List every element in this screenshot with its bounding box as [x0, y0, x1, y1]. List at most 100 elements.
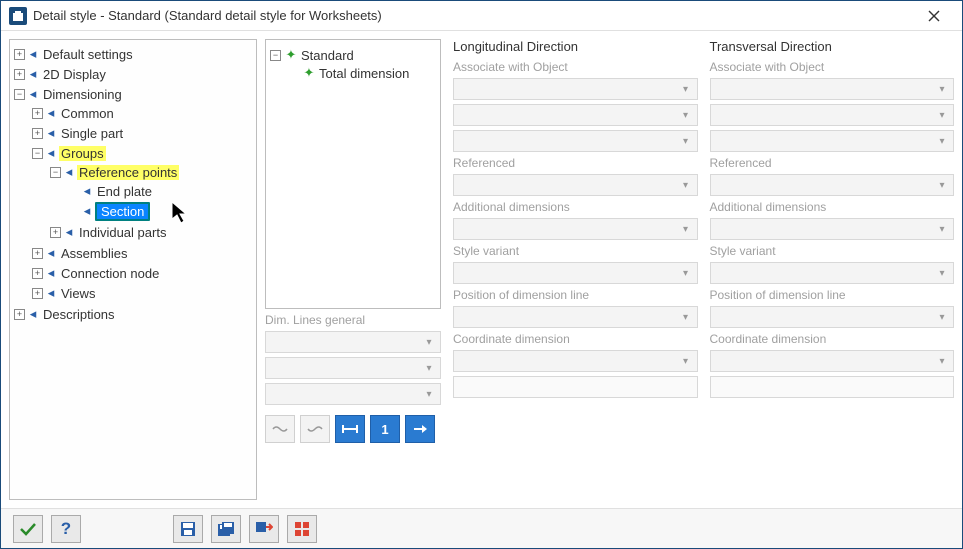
trans-text-input[interactable] [710, 376, 955, 398]
subtree-item-standard[interactable]: − ✦ Standard [270, 46, 436, 64]
save-button[interactable] [173, 515, 203, 543]
expand-icon[interactable]: + [32, 288, 43, 299]
chevron-down-icon: ▾ [933, 356, 951, 367]
long-position-combo[interactable]: ▾ [453, 306, 698, 328]
chevron-down-icon: ▾ [677, 110, 695, 121]
expand-icon[interactable]: + [32, 108, 43, 119]
expand-icon[interactable]: + [50, 227, 61, 238]
chevron-down-icon: ▾ [677, 84, 695, 95]
tree-item-common[interactable]: +◂Common [30, 104, 254, 122]
chevron-down-icon: ▾ [933, 110, 951, 121]
tree-item-section[interactable]: ◂Section [66, 202, 254, 220]
tree-item-default-settings[interactable]: +◂Default settings [12, 45, 254, 63]
long-referenced-combo[interactable]: ▾ [453, 174, 698, 196]
node-icon: ◂ [46, 125, 56, 141]
dialog-window: Detail style - Standard (Standard detail… [0, 0, 963, 549]
expand-icon[interactable]: + [32, 248, 43, 259]
node-icon: ◂ [46, 245, 56, 261]
trans-position-combo[interactable]: ▾ [710, 306, 955, 328]
chevron-down-icon: ▾ [677, 180, 695, 191]
label-style-variant-t: Style variant [710, 244, 955, 258]
trans-additional-combo[interactable]: ▾ [710, 218, 955, 240]
app-icon [9, 7, 27, 25]
long-associate-combo-1[interactable]: ▾ [453, 78, 698, 100]
node-icon: ◂ [28, 306, 38, 322]
btn-horizontal-dim[interactable] [335, 415, 365, 443]
transversal-heading: Transversal Direction [710, 39, 955, 54]
help-button[interactable]: ? [51, 515, 81, 543]
tree-item-connection-node[interactable]: +◂Connection node [30, 264, 254, 282]
subtree-item-total-dimension[interactable]: ✦ Total dimension [270, 64, 436, 82]
link-button[interactable] [249, 515, 279, 543]
tree-item-groups[interactable]: −◂Groups [30, 144, 254, 162]
label-position-t: Position of dimension line [710, 288, 955, 302]
expand-icon[interactable]: + [32, 268, 43, 279]
expand-icon[interactable]: + [14, 49, 25, 60]
apply-button[interactable] [13, 515, 43, 543]
left-tree-panel[interactable]: +◂Default settings +◂2D Display −◂Dimens… [9, 39, 257, 500]
tree-item-single-part[interactable]: +◂Single part [30, 124, 254, 142]
node-icon: ◂ [64, 224, 74, 240]
footer-toolbar: ? [1, 508, 962, 548]
trans-associate-combo-3[interactable]: ▾ [710, 130, 955, 152]
label-associate: Associate with Object [453, 60, 698, 74]
btn-wave-right[interactable] [300, 415, 330, 443]
long-associate-combo-2[interactable]: ▾ [453, 104, 698, 126]
dimlines-combo-1[interactable]: ▾ [265, 331, 441, 353]
label-additional-t: Additional dimensions [710, 200, 955, 214]
tree-item-views[interactable]: +◂Views [30, 284, 254, 302]
tree-item-reference-points[interactable]: −◂Reference points [48, 163, 254, 181]
chevron-down-icon: ▾ [677, 312, 695, 323]
long-additional-combo[interactable]: ▾ [453, 218, 698, 240]
node-icon: ◂ [46, 105, 56, 121]
tree-item-end-plate[interactable]: ◂End plate [66, 182, 254, 200]
long-stylevariant-combo[interactable]: ▾ [453, 262, 698, 284]
btn-one-dim[interactable]: 1 [370, 415, 400, 443]
node-icon: ◂ [82, 183, 92, 199]
refresh-icon: ✦ [284, 47, 298, 63]
trans-associate-combo-2[interactable]: ▾ [710, 104, 955, 126]
trans-associate-combo-1[interactable]: ▾ [710, 78, 955, 100]
tiles-button[interactable] [287, 515, 317, 543]
tree-item-descriptions[interactable]: +◂Descriptions [12, 305, 254, 323]
chevron-down-icon: ▾ [933, 268, 951, 279]
dimlines-combo-3[interactable]: ▾ [265, 383, 441, 405]
btn-wave-left[interactable] [265, 415, 295, 443]
label-associate-t: Associate with Object [710, 60, 955, 74]
left-tree: +◂Default settings +◂2D Display −◂Dimens… [12, 44, 254, 324]
tree-item-2d-display[interactable]: +◂2D Display [12, 65, 254, 83]
expand-icon[interactable]: + [14, 69, 25, 80]
node-icon: ◂ [64, 164, 74, 180]
window-title: Detail style - Standard (Standard detail… [33, 8, 914, 23]
collapse-icon[interactable]: − [14, 89, 25, 100]
trans-coordinate-combo[interactable]: ▾ [710, 350, 955, 372]
trans-referenced-combo[interactable]: ▾ [710, 174, 955, 196]
collapse-icon[interactable]: − [50, 167, 61, 178]
label-referenced: Referenced [453, 156, 698, 170]
chevron-down-icon: ▾ [933, 136, 951, 147]
expand-icon[interactable]: + [14, 309, 25, 320]
close-button[interactable] [914, 2, 954, 30]
chevron-down-icon: ▾ [933, 84, 951, 95]
chevron-down-icon: ▾ [677, 224, 695, 235]
expand-icon[interactable]: + [32, 128, 43, 139]
long-coordinate-combo[interactable]: ▾ [453, 350, 698, 372]
node-icon: ◂ [28, 46, 38, 62]
right-area: − ✦ Standard ✦ Total dimension Dim. Line… [265, 39, 954, 500]
btn-arrow-right[interactable] [405, 415, 435, 443]
tree-item-dimensioning[interactable]: −◂Dimensioning [12, 85, 254, 103]
saveas-button[interactable] [211, 515, 241, 543]
tree-item-assemblies[interactable]: +◂Assemblies [30, 244, 254, 262]
long-associate-combo-3[interactable]: ▾ [453, 130, 698, 152]
collapse-icon[interactable]: − [32, 148, 43, 159]
long-text-input[interactable] [453, 376, 698, 398]
sub-tree-panel[interactable]: − ✦ Standard ✦ Total dimension [265, 39, 441, 309]
node-icon: ◂ [28, 86, 38, 102]
dimlines-combo-2[interactable]: ▾ [265, 357, 441, 379]
column-transversal: Transversal Direction Associate with Obj… [710, 39, 955, 500]
tree-item-individual-parts[interactable]: +◂Individual parts [48, 223, 254, 241]
label-referenced-t: Referenced [710, 156, 955, 170]
chevron-down-icon: ▾ [420, 337, 438, 348]
trans-stylevariant-combo[interactable]: ▾ [710, 262, 955, 284]
collapse-icon[interactable]: − [270, 50, 281, 61]
